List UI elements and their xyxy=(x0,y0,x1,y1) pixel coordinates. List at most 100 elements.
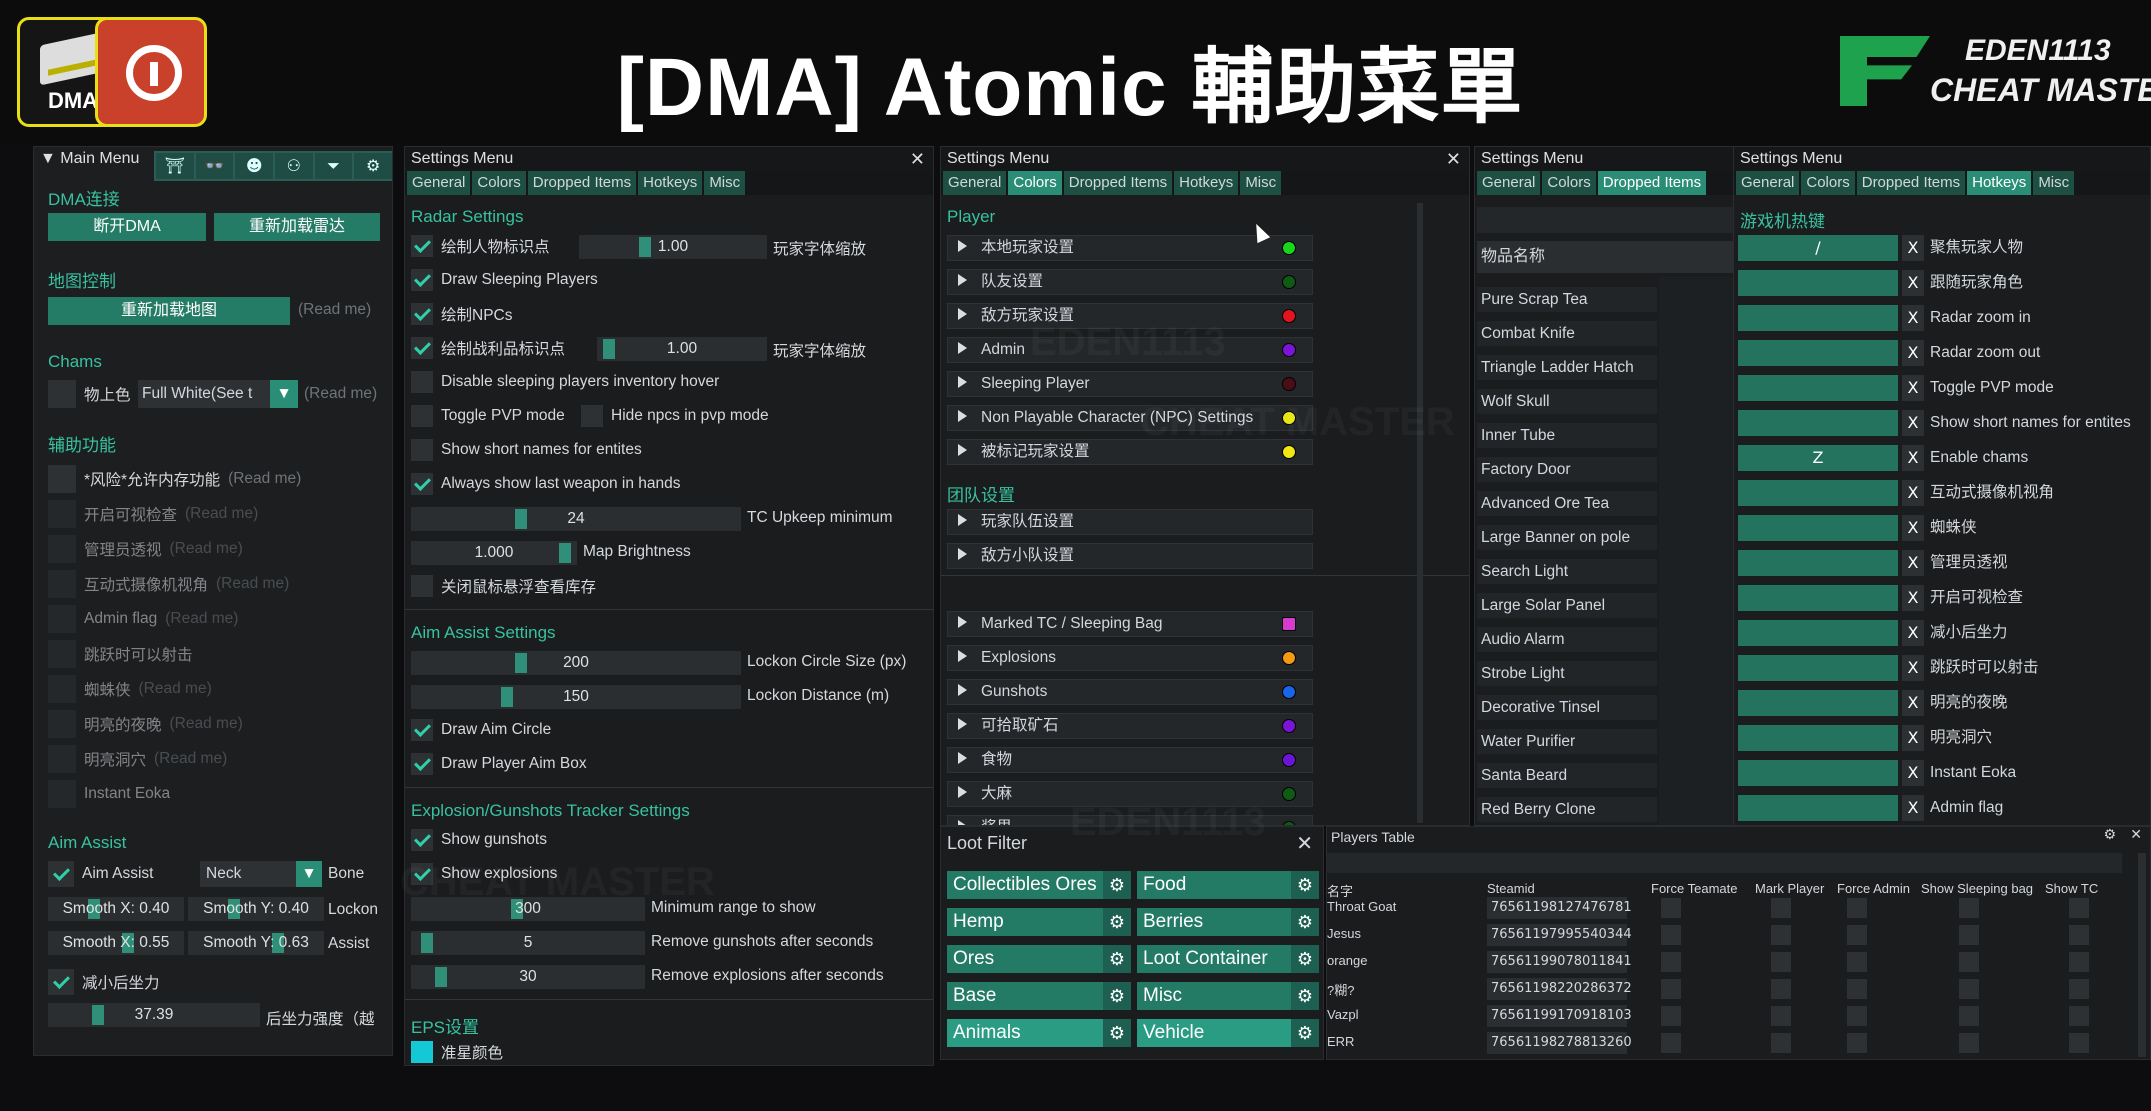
table-column-header[interactable]: Steamid xyxy=(1487,881,1535,896)
clear-hotkey-button[interactable]: X xyxy=(1902,795,1924,821)
list-item[interactable]: Advanced Ore Tea xyxy=(1477,491,1657,516)
item-search-input[interactable] xyxy=(1477,207,1733,233)
steamid-cell[interactable]: 76561198278813260 xyxy=(1487,1032,1632,1054)
aux-read-me[interactable]: (Read me) xyxy=(216,575,289,593)
main-menu-title[interactable]: ▼ Main Menu xyxy=(34,147,154,171)
close-icon[interactable]: ✕ xyxy=(910,147,925,171)
aux-feature-checkbox[interactable] xyxy=(48,535,76,563)
table-row-checkbox[interactable] xyxy=(1847,1033,1867,1053)
loot-category-button[interactable]: Base ⚙ xyxy=(947,982,1131,1010)
color-setting-row[interactable]: 可拾取矿石 xyxy=(947,713,1313,739)
gear-icon[interactable]: ⚙ xyxy=(1291,871,1319,899)
list-item[interactable]: Factory Door xyxy=(1477,457,1657,482)
table-column-header[interactable]: Mark Player xyxy=(1755,881,1824,896)
table-scrollbar[interactable] xyxy=(2138,853,2146,1057)
aux-feature-checkbox[interactable] xyxy=(48,605,76,633)
remove-explosions-slider[interactable]: 30 xyxy=(411,965,645,989)
table-row-checkbox[interactable] xyxy=(1771,952,1791,972)
table-column-header[interactable]: Show TC xyxy=(2045,881,2098,896)
list-item[interactable]: Search Light xyxy=(1477,559,1657,584)
aux-feature-checkbox[interactable] xyxy=(48,640,76,668)
steamid-cell[interactable]: 76561198220286372 xyxy=(1487,978,1632,1000)
loot-category-button[interactable]: Hemp ⚙ xyxy=(947,908,1131,936)
aux-read-me[interactable]: (Read me) xyxy=(185,505,258,523)
draw-npcs-checkbox[interactable] xyxy=(411,303,433,325)
aux-feature-checkbox[interactable] xyxy=(48,710,76,738)
loot-category-button[interactable]: Berries ⚙ xyxy=(1137,908,1319,936)
color-setting-row[interactable]: Admin xyxy=(947,337,1313,363)
table-row-checkbox[interactable] xyxy=(1661,1033,1681,1053)
clear-hotkey-button[interactable]: X xyxy=(1902,760,1924,786)
tab-hotkeys[interactable]: Hotkeys xyxy=(1174,171,1239,195)
bone-select[interactable]: Neck ▼ xyxy=(200,861,322,887)
list-item[interactable]: Santa Beard xyxy=(1477,763,1657,788)
table-row-checkbox[interactable] xyxy=(2069,1006,2089,1026)
list-item[interactable]: Triangle Ladder Hatch xyxy=(1477,355,1657,380)
table-filter-input[interactable] xyxy=(1327,853,2122,873)
item-scrollbar[interactable] xyxy=(1659,277,1733,825)
color-swatch[interactable] xyxy=(1282,309,1296,323)
tab-dropped-items[interactable]: Dropped Items xyxy=(1063,171,1173,195)
loot-category-button[interactable]: Food ⚙ xyxy=(1137,871,1319,899)
color-setting-row[interactable]: 浆果 xyxy=(947,815,1313,825)
color-setting-row[interactable]: Marked TC / Sleeping Bag xyxy=(947,611,1313,637)
steamid-cell[interactable]: 76561199078011841 xyxy=(1487,951,1632,973)
scrollbar[interactable] xyxy=(1417,203,1423,823)
aux-read-me[interactable]: (Read me) xyxy=(165,610,238,628)
hotkey-binding-button[interactable] xyxy=(1738,690,1898,716)
list-item[interactable]: Red Berry Clone xyxy=(1477,797,1657,822)
aux-feature-checkbox[interactable] xyxy=(48,675,76,703)
color-swatch[interactable] xyxy=(1282,753,1296,767)
list-item[interactable]: Pure Scrap Tea xyxy=(1477,287,1657,312)
mask-icon[interactable]: ☻ xyxy=(235,153,274,179)
tab-misc[interactable]: Misc xyxy=(704,171,746,195)
tab-colors[interactable]: Colors xyxy=(1801,171,1855,195)
draw-player-markers-checkbox[interactable] xyxy=(411,235,433,257)
table-row-checkbox[interactable] xyxy=(1661,979,1681,999)
clear-hotkey-button[interactable]: X xyxy=(1902,270,1924,296)
loot-category-button[interactable]: Collectibles Ores ⚙ xyxy=(947,871,1131,899)
loot-category-button[interactable]: Animals ⚙ xyxy=(947,1019,1131,1047)
color-swatch[interactable] xyxy=(1282,787,1296,801)
short-names-checkbox[interactable] xyxy=(411,439,433,461)
hotkey-binding-button[interactable] xyxy=(1738,550,1898,576)
hide-npcs-checkbox[interactable] xyxy=(581,405,603,427)
chams-select[interactable]: Full White(See t ▼ xyxy=(138,380,298,408)
close-icon[interactable]: ✕ xyxy=(2130,827,2142,843)
color-setting-row[interactable]: 被标记玩家设置 xyxy=(947,439,1313,465)
clear-hotkey-button[interactable]: X xyxy=(1902,655,1924,681)
disable-sleeping-checkbox[interactable] xyxy=(411,371,433,393)
draw-loot-markers-checkbox[interactable] xyxy=(411,337,433,359)
hotkey-binding-button[interactable] xyxy=(1738,270,1898,296)
table-row-checkbox[interactable] xyxy=(1959,1033,1979,1053)
lockon-circle-size-slider[interactable]: 200 xyxy=(411,651,741,675)
gear-icon[interactable]: ⚙ xyxy=(1103,1019,1131,1047)
lockon-distance-slider[interactable]: 150 xyxy=(411,685,741,709)
list-item[interactable]: Combat Knife xyxy=(1477,321,1657,346)
color-swatch[interactable] xyxy=(1282,719,1296,733)
tab-general[interactable]: General xyxy=(1477,171,1541,195)
aux-read-me[interactable]: (Read me) xyxy=(139,680,212,698)
table-row-checkbox[interactable] xyxy=(1771,1033,1791,1053)
show-gunshots-checkbox[interactable] xyxy=(411,829,433,851)
table-row-checkbox[interactable] xyxy=(1661,952,1681,972)
aux-feature-checkbox[interactable] xyxy=(48,500,76,528)
list-item[interactable]: Strobe Light xyxy=(1477,661,1657,686)
tab-general[interactable]: General xyxy=(943,171,1007,195)
table-column-header[interactable]: Show Sleeping bag xyxy=(1921,881,2033,896)
color-setting-row[interactable]: 队友设置 xyxy=(947,269,1313,295)
color-setting-row[interactable]: Non Playable Character (NPC) Settings xyxy=(947,405,1313,431)
hotkey-binding-button[interactable] xyxy=(1738,375,1898,401)
table-row-checkbox[interactable] xyxy=(1959,1006,1979,1026)
table-row-checkbox[interactable] xyxy=(1661,925,1681,945)
hotkey-binding-button[interactable]: / xyxy=(1738,235,1898,261)
gear-icon[interactable]: ⚙ xyxy=(1103,945,1131,973)
gear-icon[interactable]: ⚙ xyxy=(1103,908,1131,936)
hotkey-binding-button[interactable] xyxy=(1738,795,1898,821)
team-setting-row[interactable]: 玩家队伍设置 xyxy=(947,509,1313,535)
table-row-checkbox[interactable] xyxy=(1661,898,1681,918)
smooth-y-lockon-slider[interactable]: Smooth Y: 0.40 xyxy=(188,897,324,921)
bridge-icon[interactable]: ⛩ xyxy=(156,153,194,179)
table-row-checkbox[interactable] xyxy=(1661,1006,1681,1026)
remove-gunshots-slider[interactable]: 5 xyxy=(411,931,645,955)
